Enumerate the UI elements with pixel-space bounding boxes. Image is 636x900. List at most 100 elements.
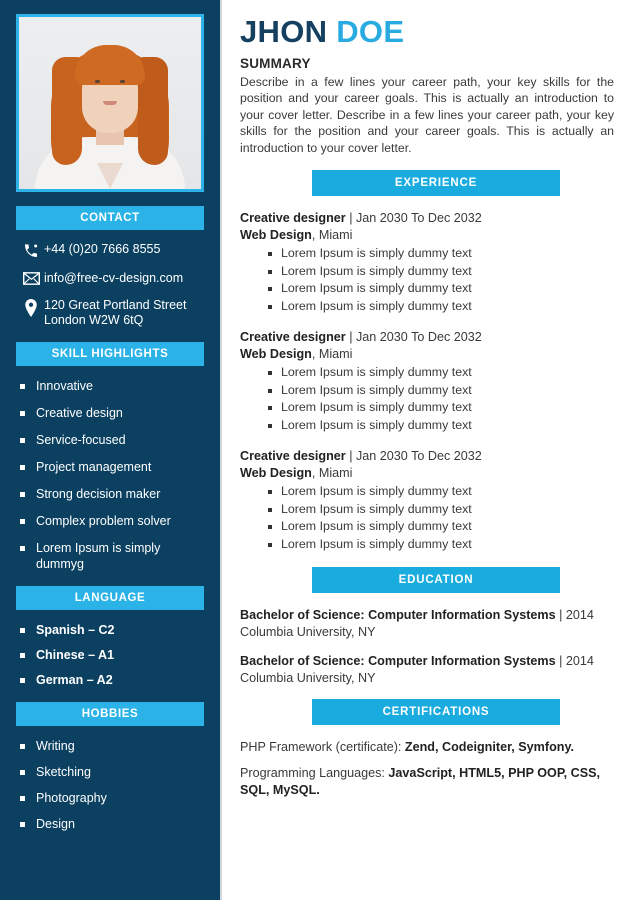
envelope-icon [18,271,44,285]
experience-company-line: Web Design, Miami [240,465,614,482]
list-item: Complex problem solver [20,513,208,529]
education-year: 2014 [565,654,594,669]
list-item: Project management [20,459,208,475]
job-company: Web Design [240,466,312,481]
experience-bullets: Lorem Ipsum is simply dummy text Lorem I… [240,245,614,315]
list-item: Sketching [20,764,208,780]
list-item: Writing [20,738,208,754]
job-dates: Jan 2030 To Dec 2032 [355,449,482,464]
job-dates: Jan 2030 To Dec 2032 [355,211,482,226]
experience-entry: Creative designer | Jan 2030 To Dec 2032… [240,448,614,553]
list-item: Lorem Ipsum is simply dummy text [268,245,614,263]
job-role: Creative designer [240,330,346,345]
contact-row-address: 120 Great Portland Street London W2W 6tQ [0,298,220,328]
experience-company-line: Web Design, Miami [240,227,614,244]
separator: | [345,330,356,345]
list-item: Service-focused [20,432,208,448]
experience-bullets: Lorem Ipsum is simply dummy text Lorem I… [240,364,614,434]
list-item: Lorem Ipsum is simply dummy text [268,364,614,382]
profile-photo [19,17,201,189]
list-item: Lorem Ipsum is simply dummy text [268,536,614,554]
section-title-contact: CONTACT [16,206,204,230]
section-title-experience: EXPERIENCE [312,170,560,197]
list-item: Lorem Ipsum is simply dummy text [268,399,614,417]
cv-page: CONTACT +44 (0)20 7666 8555 info@free-cv… [0,0,636,900]
education-entry: Bachelor of Science: Computer Informatio… [240,653,614,687]
education-entry: Bachelor of Science: Computer Informatio… [240,607,614,641]
address: 120 Great Portland Street London W2W 6tQ [44,298,186,328]
phone-number[interactable]: +44 (0)20 7666 8555 [44,242,160,257]
contact-list: +44 (0)20 7666 8555 info@free-cv-design.… [0,242,220,328]
sidebar: CONTACT +44 (0)20 7666 8555 info@free-cv… [0,0,222,900]
page-title: JHON DOE [240,14,614,50]
list-item: Lorem Ipsum is simply dummy text [268,263,614,281]
education-degree: Bachelor of Science: Computer Informatio… [240,608,556,623]
list-item: Lorem Ipsum is simply dummy text [268,518,614,536]
section-title-summary: SUMMARY [240,56,311,71]
job-role: Creative designer [240,211,346,226]
address-line-2: London W2W 6tQ [44,313,144,327]
separator: | [345,211,356,226]
list-item: German – A2 [20,672,208,688]
certification-label: Programming Languages: [240,766,389,781]
section-title-education: EDUCATION [312,567,560,594]
experience-role-line: Creative designer | Jan 2030 To Dec 2032 [240,448,614,465]
list-item: Photography [20,790,208,806]
job-company: Web Design [240,228,312,243]
section-title-skill-highlights: SKILL HIGHLIGHTS [16,342,204,366]
list-item: Chinese – A1 [20,647,208,663]
education-degree: Bachelor of Science: Computer Informatio… [240,654,556,669]
job-location: , Miami [311,228,353,243]
section-title-certifications: CERTIFICATIONS [312,699,560,726]
list-item: Lorem Ipsum is simply dummy text [268,382,614,400]
experience-role-line: Creative designer | Jan 2030 To Dec 2032 [240,329,614,346]
email-address[interactable]: info@free-cv-design.com [44,271,183,286]
summary-text: Describe in a few lines your career path… [240,75,614,155]
experience-company-line: Web Design, Miami [240,346,614,363]
list-item: Lorem Ipsum is simply dummy text [268,501,614,519]
experience-role-line: Creative designer | Jan 2030 To Dec 2032 [240,210,614,227]
separator: | [555,608,566,623]
education-school: Columbia University, NY [240,671,376,686]
separator: | [555,654,566,669]
job-dates: Jan 2030 To Dec 2032 [355,330,482,345]
location-pin-icon [18,298,44,317]
experience-entry: Creative designer | Jan 2030 To Dec 2032… [240,329,614,434]
certification-entry: PHP Framework (certificate): Zend, Codei… [240,739,614,756]
certification-entry: Programming Languages: JavaScript, HTML5… [240,765,614,799]
job-location: , Miami [311,466,353,481]
list-item: Lorem Ipsum is simply dummy text [268,417,614,435]
separator: | [345,449,356,464]
experience-bullets: Lorem Ipsum is simply dummy text Lorem I… [240,483,614,553]
skill-highlights-list: Innovative Creative design Service-focus… [0,378,220,572]
job-location: , Miami [311,347,353,362]
education-year: 2014 [565,608,594,623]
job-role: Creative designer [240,449,346,464]
list-item: Strong decision maker [20,486,208,502]
hobbies-list: Writing Sketching Photography Design [0,738,220,832]
list-item: Lorem Ipsum is simply dummy text [268,483,614,501]
certification-value: Zend, Codeigniter, Symfony. [404,740,575,755]
experience-entry: Creative designer | Jan 2030 To Dec 2032… [240,210,614,315]
contact-row-phone: +44 (0)20 7666 8555 [0,242,220,259]
contact-row-email: info@free-cv-design.com [0,271,220,286]
education-degree-line: Bachelor of Science: Computer Informatio… [240,653,614,670]
list-item: Lorem Ipsum is simply dummyg [20,540,208,572]
address-line-1: 120 Great Portland Street [44,298,187,312]
list-item: Spanish – C2 [20,622,208,638]
section-title-language: LANGUAGE [16,586,204,610]
education-degree-line: Bachelor of Science: Computer Informatio… [240,607,614,624]
last-name: DOE [336,14,405,49]
language-list: Spanish – C2 Chinese – A1 German – A2 [0,622,220,688]
education-school: Columbia University, NY [240,625,376,640]
list-item: Design [20,816,208,832]
list-item: Creative design [20,405,208,421]
first-name: JHON [240,14,328,49]
main-content: JHON DOE SUMMARY Describe in a few lines… [222,0,636,900]
list-item: Lorem Ipsum is simply dummy text [268,280,614,298]
job-company: Web Design [240,347,312,362]
list-item: Innovative [20,378,208,394]
certification-label: PHP Framework (certificate): [240,740,405,755]
list-item: Lorem Ipsum is simply dummy text [268,298,614,316]
section-title-hobbies: HOBBIES [16,702,204,726]
